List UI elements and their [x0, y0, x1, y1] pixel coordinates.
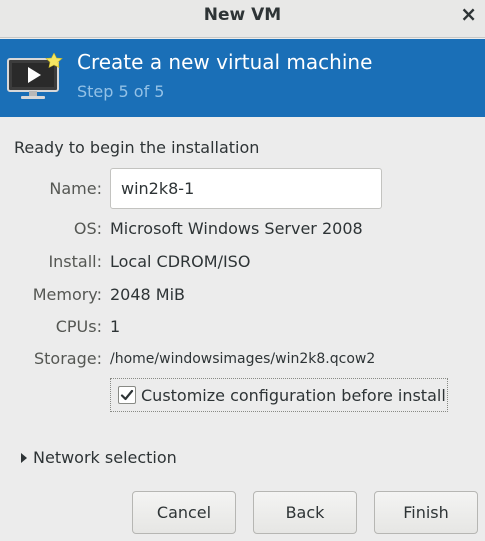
- cpus-label: CPUs:: [55, 317, 102, 336]
- os-label: OS:: [73, 219, 102, 238]
- customize-checkbox-row[interactable]: Customize configuration before install: [110, 378, 448, 412]
- wizard-banner: Create a new virtual machine Step 5 of 5: [0, 39, 485, 117]
- memory-label: Memory:: [32, 285, 102, 304]
- name-label: Name:: [49, 179, 102, 198]
- os-value: Microsoft Windows Server 2008: [110, 219, 363, 238]
- customize-label: Customize configuration before install: [141, 385, 446, 405]
- memory-value: 2048 MiB: [110, 285, 186, 304]
- customize-checkbox[interactable]: [118, 386, 136, 404]
- name-input[interactable]: [110, 168, 382, 209]
- monitor-icon: [7, 53, 63, 99]
- back-button[interactable]: Back: [253, 491, 357, 534]
- expander-arrow-icon: [21, 452, 27, 463]
- checkmark-icon: [120, 389, 134, 401]
- cancel-button[interactable]: Cancel: [132, 491, 236, 534]
- wizard-headline: Create a new virtual machine: [77, 50, 373, 74]
- storage-value: /home/windowsimages/win2k8.qcow2: [110, 351, 376, 367]
- wizard-content: Ready to begin the installation Name: OS…: [0, 117, 485, 541]
- close-icon[interactable]: ×: [460, 4, 477, 24]
- network-selection-label: Network selection: [33, 448, 177, 467]
- install-value: Local CDROM/ISO: [110, 252, 251, 271]
- title-bar: New VM ×: [0, 0, 485, 38]
- storage-label: Storage:: [34, 349, 102, 368]
- wizard-step: Step 5 of 5: [77, 82, 165, 101]
- cpus-value: 1: [110, 317, 121, 336]
- network-selection-expander[interactable]: Network selection: [18, 448, 177, 467]
- window-title: New VM: [203, 5, 282, 25]
- finish-button[interactable]: Finish: [374, 491, 478, 534]
- install-label: Install:: [48, 252, 102, 271]
- summary-heading: Ready to begin the installation: [14, 138, 260, 157]
